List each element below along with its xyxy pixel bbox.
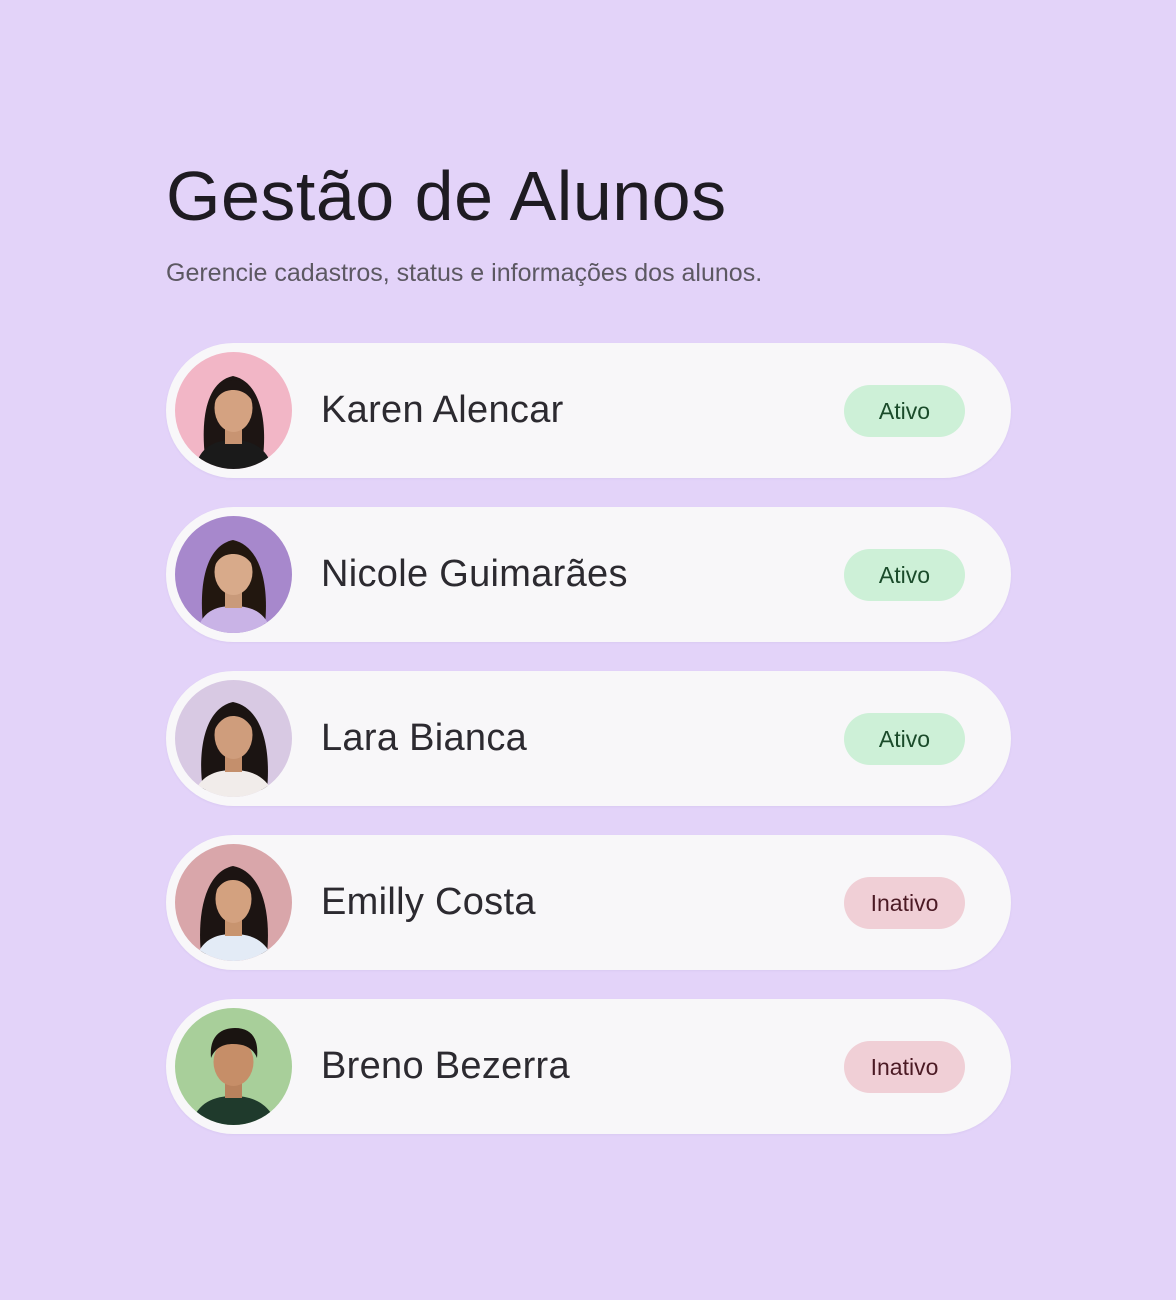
student-photo-icon (175, 516, 292, 633)
student-row[interactable]: Karen Alencar Ativo (166, 343, 1011, 478)
student-name: Karen Alencar (321, 389, 564, 431)
page-header: Gestão de Alunos Gerencie cadastros, sta… (166, 156, 762, 288)
student-name: Lara Bianca (321, 717, 528, 759)
status-badge: Ativo (844, 713, 965, 765)
student-name: Nicole Guimarães (321, 553, 628, 595)
student-row[interactable]: Lara Bianca Ativo (166, 671, 1011, 806)
student-photo-icon (175, 680, 292, 797)
student-name: Emilly Costa (321, 881, 536, 923)
student-row[interactable]: Nicole Guimarães Ativo (166, 507, 1011, 642)
student-row[interactable]: Breno Bezerra Inativo (166, 999, 1011, 1134)
page-title: Gestão de Alunos (166, 157, 727, 235)
student-photo-icon (175, 844, 292, 961)
status-badge: Ativo (844, 549, 965, 601)
student-photo-icon (175, 352, 292, 469)
avatar (175, 352, 292, 469)
page-subtitle: Gerencie cadastros, status e informações… (166, 259, 763, 287)
avatar (175, 680, 292, 797)
student-name: Breno Bezerra (321, 1045, 570, 1087)
status-badge: Ativo (844, 385, 965, 437)
avatar (175, 1008, 292, 1125)
status-badge: Inativo (844, 1041, 965, 1093)
status-badge: Inativo (844, 877, 965, 929)
student-photo-icon (175, 1008, 292, 1125)
avatar (175, 844, 292, 961)
student-row[interactable]: Emilly Costa Inativo (166, 835, 1011, 970)
student-list: Karen Alencar Ativo Nicole Guimarães Ati… (166, 343, 1011, 1163)
avatar (175, 516, 292, 633)
